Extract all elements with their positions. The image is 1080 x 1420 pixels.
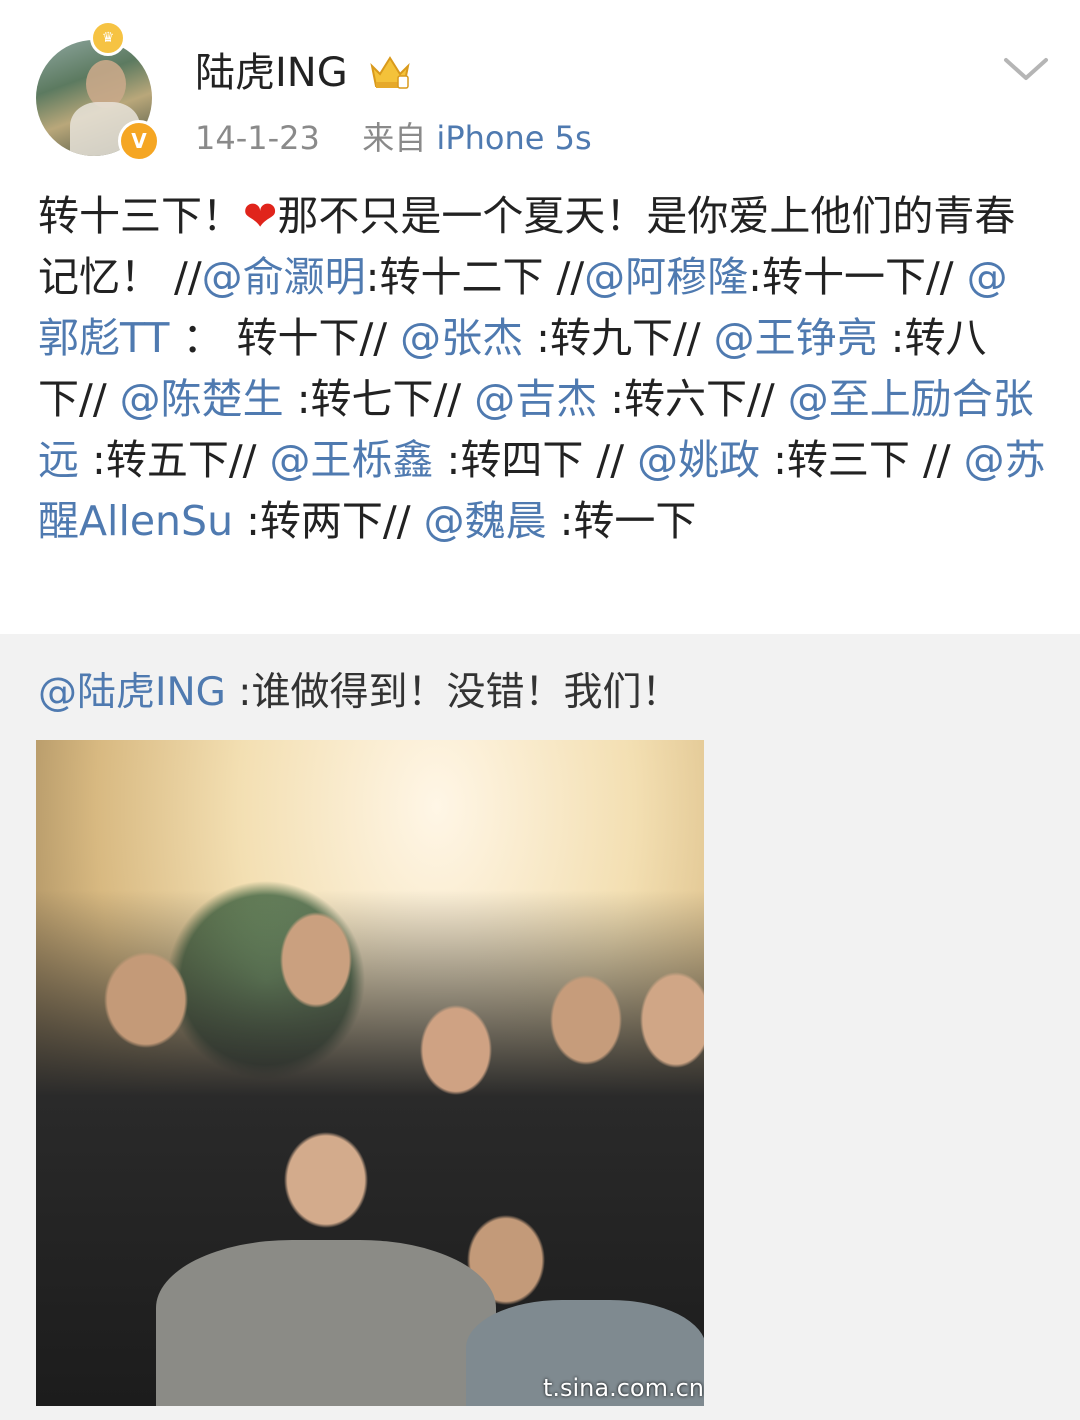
mention-link[interactable]: @阿穆隆 <box>584 253 748 301</box>
repost-photo[interactable]: t.sina.com.cn <box>36 740 704 1406</box>
mention-link[interactable]: @魏晨 <box>424 497 547 545</box>
post-text-segment: :转五下// <box>79 436 270 484</box>
post-text-segment: :转六下// <box>597 375 788 423</box>
mention-link[interactable]: @俞灏明 <box>202 253 366 301</box>
mention-link[interactable]: @王栎鑫 <box>270 436 434 484</box>
mention-link[interactable]: @姚政 <box>637 436 760 484</box>
post-text-segment: :转九下// <box>523 314 714 362</box>
post-date: 14-1-23 <box>195 119 320 157</box>
source-prefix: 来自 <box>362 119 427 157</box>
post-header: ♛ V 陆虎ING 14-1-23 来自 iPhone 5s <box>0 0 1080 170</box>
mention-link[interactable]: @张杰 <box>400 314 523 362</box>
photo-watermark: t.sina.com.cn <box>542 1374 704 1402</box>
post-text-segment: 转十三下！ <box>38 192 243 240</box>
repost-author-mention[interactable]: @陆虎ING <box>38 670 226 715</box>
mention-link[interactable]: @吉杰 <box>474 375 597 423</box>
repost-card[interactable]: @陆虎ING :谁做得到！没错！我们！ t.sina.com.cn <box>0 634 1080 1420</box>
crown-icon: ♛ <box>90 20 126 56</box>
heart-icon: ❤ <box>243 192 278 240</box>
post-text-segment: :转一下 <box>546 497 697 545</box>
post-text-segment: :转十一下// <box>748 253 967 301</box>
post-body: 转十三下！❤那不只是一个夏天！是你爱上他们的青春记忆！ //@俞灏明:转十二下 … <box>38 186 1046 552</box>
verified-v-icon: V <box>118 120 160 162</box>
post-text-segment: :转两下// <box>233 497 424 545</box>
mention-link[interactable]: @王铮亮 <box>714 314 878 362</box>
photo-figure <box>156 1240 496 1406</box>
post-text-segment: :转四下 // <box>433 436 638 484</box>
post-text-segment: :转三下 // <box>760 436 964 484</box>
device-link[interactable]: iPhone 5s <box>436 119 591 157</box>
post-meta: 14-1-23 来自 iPhone 5s <box>195 118 592 158</box>
avatar[interactable]: ♛ V <box>36 20 160 162</box>
vip-crown-icon[interactable] <box>368 52 412 92</box>
post-text-segment: :转十二下 // <box>365 253 585 301</box>
repost-body: :谁做得到！没错！我们！ <box>225 670 681 715</box>
post-text-segment: :转七下// <box>283 375 475 423</box>
post-text-segment: ： 转十下// <box>169 314 401 362</box>
username[interactable]: 陆虎ING <box>195 48 348 98</box>
repost-text: @陆虎ING :谁做得到！没错！我们！ <box>38 668 680 718</box>
chevron-down-icon[interactable] <box>1000 50 1052 90</box>
mention-link[interactable]: @陈楚生 <box>120 375 284 423</box>
